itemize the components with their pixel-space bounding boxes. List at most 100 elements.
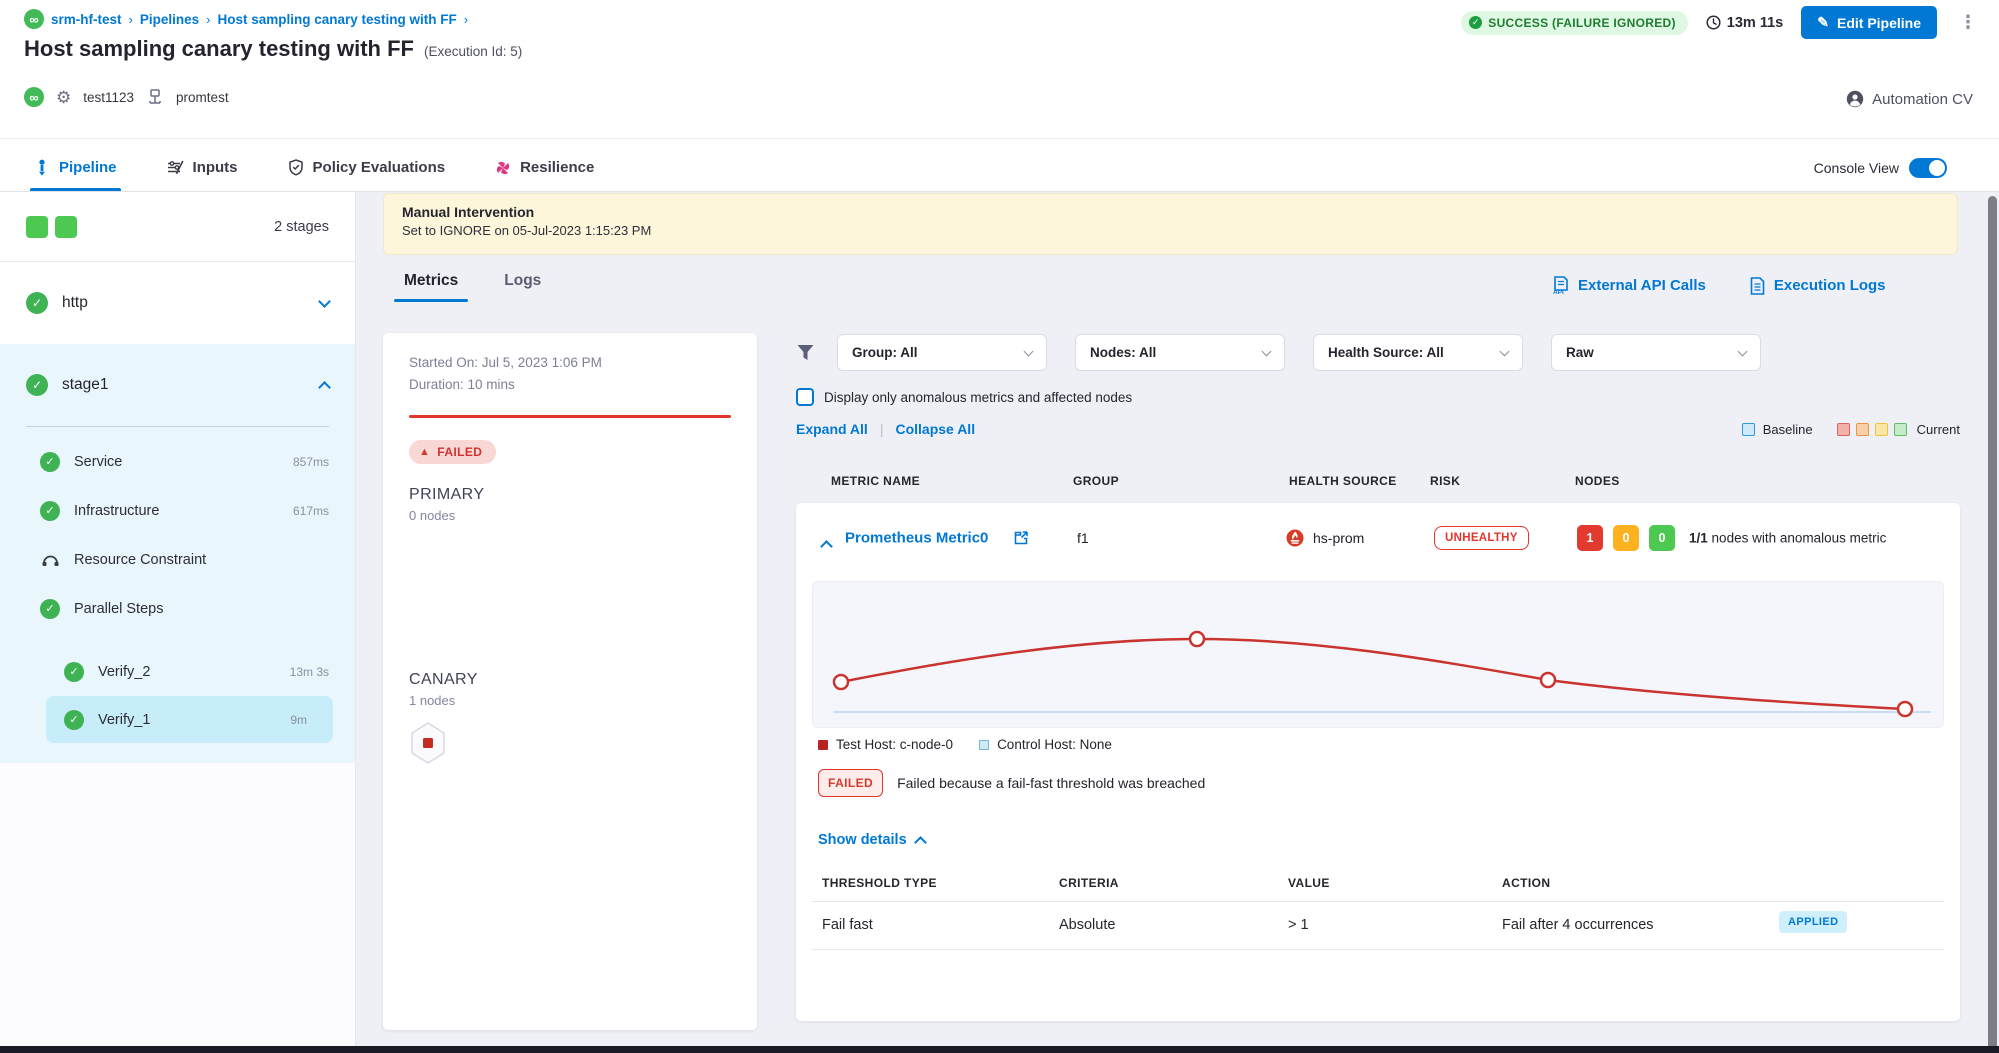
expand-all-link[interactable]: Expand All xyxy=(796,421,868,437)
health-source-filter-dropdown[interactable]: Health Source: All xyxy=(1313,334,1523,371)
chart-legend: Test Host: c-node-0 Control Host: None xyxy=(818,737,1960,752)
stages-count: 2 stages xyxy=(274,219,329,235)
chevron-up-icon xyxy=(914,836,927,849)
stage-square-icon xyxy=(55,216,77,238)
col-metric-name: METRIC NAME xyxy=(831,474,920,488)
col-risk: RISK xyxy=(1430,474,1460,488)
step-parallel-steps[interactable]: ✓ Parallel Steps xyxy=(0,584,355,633)
tab-logs-label: Logs xyxy=(504,272,541,289)
primary-label: PRIMARY xyxy=(409,486,731,504)
step-infrastructure-label: Infrastructure xyxy=(74,503,159,519)
tab-metrics[interactable]: Metrics xyxy=(394,268,468,302)
unhealthy-node-count: 1 xyxy=(1577,525,1603,551)
group-filter-dropdown[interactable]: Group: All xyxy=(837,334,1047,371)
test-host-legend: Test Host: c-node-0 xyxy=(818,737,953,752)
threshold-type: Fail fast xyxy=(822,917,873,933)
threshold-action: Fail after 4 occurrences xyxy=(1502,917,1654,933)
stage-stage1[interactable]: ✓ stage1 xyxy=(0,344,355,426)
monitored-service-name[interactable]: test1123 xyxy=(83,90,134,105)
nodes-filter-dropdown[interactable]: Nodes: All xyxy=(1075,334,1285,371)
control-host-swatch xyxy=(979,740,989,750)
svg-text:API: API xyxy=(1553,289,1564,295)
edit-pipeline-button[interactable]: ✎ Edit Pipeline xyxy=(1801,6,1937,39)
step-resource-constraint[interactable]: Resource Constraint xyxy=(0,535,355,584)
metric-line-chart xyxy=(813,582,1943,727)
data-point xyxy=(834,675,848,689)
stage1-section: ✓ stage1 ✓ Service 857ms ✓ Infrastructur… xyxy=(0,344,355,763)
health-source-name[interactable]: promtest xyxy=(176,90,229,105)
title-row: Host sampling canary testing with FF (Ex… xyxy=(24,36,522,62)
success-check-icon: ✓ xyxy=(40,452,60,472)
vertical-scrollbar[interactable] xyxy=(1988,196,1997,1053)
execution-logs-icon xyxy=(1750,277,1765,295)
collapse-metric-icon[interactable] xyxy=(820,540,833,553)
tab-logs[interactable]: Logs xyxy=(494,268,551,302)
status-badge-label: SUCCESS (FAILURE IGNORED) xyxy=(1488,16,1676,30)
warning-icon: ▲ xyxy=(419,446,430,458)
clock-icon xyxy=(1706,15,1721,30)
breadcrumb-pipelines[interactable]: Pipelines xyxy=(140,12,199,27)
data-point xyxy=(1190,632,1204,646)
step-infrastructure[interactable]: ✓ Infrastructure 617ms xyxy=(0,486,355,535)
divider xyxy=(26,426,329,427)
verification-summary-card: Started On: Jul 5, 2023 1:06 PM Duration… xyxy=(383,333,757,1030)
anomalous-filter-checkbox[interactable] xyxy=(796,388,814,406)
anomalous-nodes-label: nodes with anomalous metric xyxy=(1712,531,1887,546)
warning-node-count: 0 xyxy=(1613,525,1639,551)
execution-duration-value: 13m 11s xyxy=(1727,15,1783,31)
test-host-swatch xyxy=(818,740,828,750)
health-source-icon xyxy=(146,89,164,105)
success-check-icon: ✓ xyxy=(64,662,84,682)
step-verify-2-label: Verify_2 xyxy=(98,664,150,680)
tab-resilience[interactable]: Resilience xyxy=(491,145,598,191)
canary-node-hexagon[interactable] xyxy=(409,722,447,764)
more-options-icon[interactable]: ⋮ xyxy=(1955,12,1981,33)
step-duration: 617ms xyxy=(293,504,329,518)
col-nodes: NODES xyxy=(1575,474,1620,488)
execution-logs-link[interactable]: Execution Logs xyxy=(1750,276,1886,295)
anomalous-filter-row: Display only anomalous metrics and affec… xyxy=(796,388,1960,406)
test-host-label: Test Host: c-node-0 xyxy=(836,737,953,752)
external-api-calls-link[interactable]: API External API Calls xyxy=(1552,276,1706,295)
console-view-toggle[interactable] xyxy=(1909,158,1947,178)
collapse-all-link[interactable]: Collapse All xyxy=(895,421,975,437)
window-bottom-edge xyxy=(0,1046,1999,1053)
applied-status-badge: APPLIED xyxy=(1779,911,1847,933)
tab-resilience-label: Resilience xyxy=(520,159,594,176)
metric-name-link[interactable]: Prometheus Metric0 xyxy=(845,530,988,547)
threshold-details-table: THRESHOLD TYPE CRITERIA VALUE ACTION Fai… xyxy=(812,874,1944,950)
breadcrumb-pipeline-name[interactable]: Host sampling canary testing with FF xyxy=(217,12,456,27)
tab-pipeline[interactable]: Pipeline xyxy=(30,145,121,191)
tab-inputs[interactable]: Inputs xyxy=(163,145,242,191)
show-details-link[interactable]: Show details xyxy=(818,832,907,848)
anomalous-nodes-ratio: 1/1 xyxy=(1689,531,1708,546)
threshold-row: Fail fast Absolute > 1 Fail after 4 occu… xyxy=(812,902,1944,950)
col-action: ACTION xyxy=(1502,876,1550,890)
pencil-icon: ✎ xyxy=(1817,14,1829,31)
tab-policy-evaluations[interactable]: Policy Evaluations xyxy=(284,145,450,191)
started-on: Started On: Jul 5, 2023 1:06 PM xyxy=(409,353,731,373)
risk-badge: UNHEALTHY xyxy=(1434,526,1529,550)
verification-status-badge: ▲ FAILED xyxy=(409,440,496,464)
data-mode-dropdown[interactable]: Raw xyxy=(1551,334,1761,371)
stage-http[interactable]: ✓ http xyxy=(0,262,355,344)
control-host-legend: Control Host: None xyxy=(979,737,1112,752)
breadcrumb-project[interactable]: srm-hf-test xyxy=(51,12,122,27)
metrics-panel: Group: All Nodes: All Health Source: All… xyxy=(796,334,1960,1021)
page: ∞ srm-hf-test › Pipelines › Host samplin… xyxy=(0,0,1999,1053)
step-service-label: Service xyxy=(74,454,122,470)
tab-metrics-label: Metrics xyxy=(404,272,458,289)
external-link-icon[interactable] xyxy=(1014,531,1028,545)
step-service[interactable]: ✓ Service 857ms xyxy=(0,437,355,486)
filter-icon[interactable] xyxy=(796,343,815,362)
step-verify-2[interactable]: ✓ Verify_2 13m 3s xyxy=(0,647,355,696)
metric-chart[interactable] xyxy=(812,581,1944,728)
tab-inputs-label: Inputs xyxy=(193,159,238,176)
baseline-legend-swatch xyxy=(1742,423,1755,436)
breadcrumb-separator: › xyxy=(206,12,210,27)
step-verify-1[interactable]: ✓ Verify_1 9m xyxy=(46,696,333,743)
step-duration: 9m xyxy=(290,713,307,727)
user-icon xyxy=(1846,90,1864,108)
healthy-node-count: 0 xyxy=(1649,525,1675,551)
user-info: Automation CV xyxy=(1846,90,1973,108)
